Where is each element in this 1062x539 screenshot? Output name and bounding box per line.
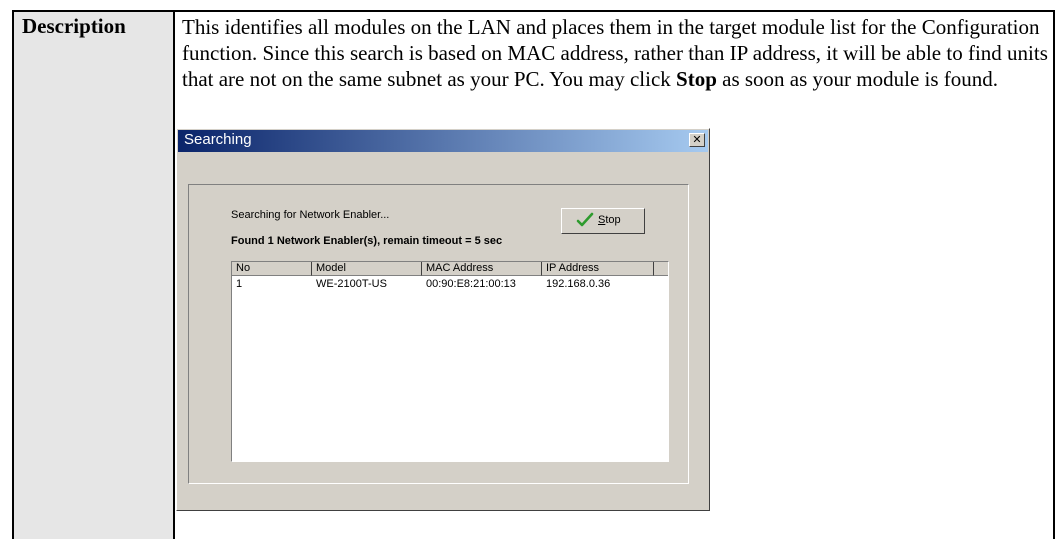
- stop-button[interactable]: Stop: [561, 208, 645, 234]
- searching-status-text: Searching for Network Enabler...: [231, 209, 390, 221]
- cell-mac-address: 00:90:E8:21:00:13: [426, 278, 516, 290]
- searching-dialog: Searching ✕ Searching for Network Enable…: [176, 128, 710, 511]
- description-label: Description: [22, 14, 126, 38]
- description-paragraph: This identifies all modules on the LAN a…: [182, 14, 1050, 92]
- device-list[interactable]: No Model MAC Address IP Address 1 WE-210…: [231, 261, 669, 462]
- cell-model: WE-2100T-US: [316, 278, 387, 290]
- paragraph-text-2: as soon as your module is found.: [716, 67, 999, 91]
- found-status-text: Found 1 Network Enabler(s), remain timeo…: [231, 235, 503, 247]
- column-header-ip-address[interactable]: IP Address: [542, 262, 654, 276]
- checkmark-icon: [576, 212, 594, 227]
- column-header-model[interactable]: Model: [312, 262, 422, 276]
- cell-ip-address: 192.168.0.36: [546, 278, 611, 290]
- dialog-titlebar[interactable]: Searching ✕: [178, 130, 708, 152]
- dialog-title: Searching: [184, 131, 252, 148]
- cell-no: 1: [236, 278, 243, 290]
- paragraph-bold-stop: Stop: [676, 67, 717, 91]
- label-cell: Description: [12, 10, 175, 539]
- column-header-mac-address[interactable]: MAC Address: [422, 262, 542, 276]
- close-icon: ✕: [692, 133, 702, 146]
- column-header-filler: [654, 262, 668, 276]
- column-header-no[interactable]: No: [232, 262, 312, 276]
- close-button[interactable]: ✕: [689, 133, 705, 147]
- stop-button-label: Stop: [598, 214, 621, 226]
